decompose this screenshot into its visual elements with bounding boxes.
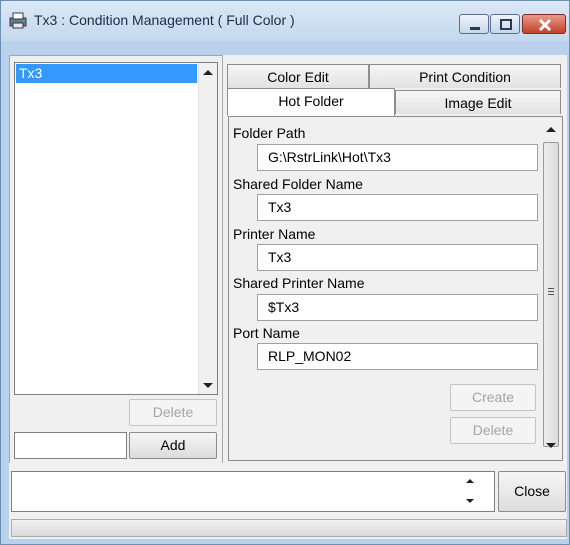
grip-line xyxy=(548,294,554,295)
conditions-listbox[interactable]: Tx3 xyxy=(14,62,218,395)
close-window-button[interactable] xyxy=(522,14,566,34)
folder-path-field[interactable]: G:\RstrLink\Hot\Tx3 xyxy=(257,144,538,171)
shared-printer-name-label: Shared Printer Name xyxy=(233,275,365,291)
maximize-button[interactable] xyxy=(490,14,520,34)
tab-color-edit[interactable]: Color Edit xyxy=(227,64,369,88)
shared-folder-name-label: Shared Folder Name xyxy=(233,176,363,192)
tab-print-condition[interactable]: Print Condition xyxy=(369,64,561,88)
spin-up-icon[interactable] xyxy=(466,479,474,483)
message-box[interactable] xyxy=(11,471,495,512)
printer-name-field[interactable]: Tx3 xyxy=(257,244,538,271)
message-spinner[interactable] xyxy=(461,475,481,509)
spin-down-icon[interactable] xyxy=(466,499,474,503)
add-condition-button[interactable]: Add xyxy=(129,432,217,459)
delete-condition-button[interactable]: Delete xyxy=(129,399,217,426)
condition-management-window: Tx3 : Condition Management ( Full Color … xyxy=(0,0,570,545)
close-button[interactable]: Close xyxy=(498,471,566,512)
port-name-field[interactable]: RLP_MON02 xyxy=(257,343,538,370)
scroll-thumb[interactable] xyxy=(543,142,559,447)
list-scrollbar[interactable] xyxy=(198,63,217,394)
minimize-icon xyxy=(470,27,480,30)
create-hot-folder-button[interactable]: Create xyxy=(450,384,536,411)
minimize-button[interactable] xyxy=(459,14,489,34)
window-title: Tx3 : Condition Management ( Full Color … xyxy=(34,12,295,28)
port-name-label: Port Name xyxy=(233,325,300,341)
settings-scrollbar[interactable] xyxy=(541,118,561,459)
new-condition-name-input[interactable] xyxy=(14,432,127,459)
scroll-up-arrow-icon[interactable] xyxy=(546,127,556,132)
status-bar xyxy=(11,519,567,537)
title-bar[interactable]: Tx3 : Condition Management ( Full Color … xyxy=(1,1,569,41)
printer-app-icon xyxy=(9,12,27,29)
scroll-up-arrow-icon[interactable] xyxy=(203,70,213,75)
grip-line xyxy=(548,288,554,289)
grip-line xyxy=(548,291,554,292)
printer-name-label: Printer Name xyxy=(233,226,316,242)
delete-hot-folder-button[interactable]: Delete xyxy=(450,417,536,444)
maximize-icon xyxy=(500,19,512,30)
shared-printer-name-field[interactable]: $Tx3 xyxy=(257,294,538,321)
scroll-down-arrow-icon[interactable] xyxy=(546,443,556,448)
tab-hot-folder[interactable]: Hot Folder xyxy=(227,88,395,116)
folder-path-label: Folder Path xyxy=(233,125,306,141)
scroll-down-arrow-icon[interactable] xyxy=(203,383,213,388)
close-icon xyxy=(538,18,552,32)
tab-image-edit[interactable]: Image Edit xyxy=(395,90,561,114)
list-item-tx3[interactable]: Tx3 xyxy=(16,64,197,83)
shared-folder-name-field[interactable]: Tx3 xyxy=(257,194,538,221)
